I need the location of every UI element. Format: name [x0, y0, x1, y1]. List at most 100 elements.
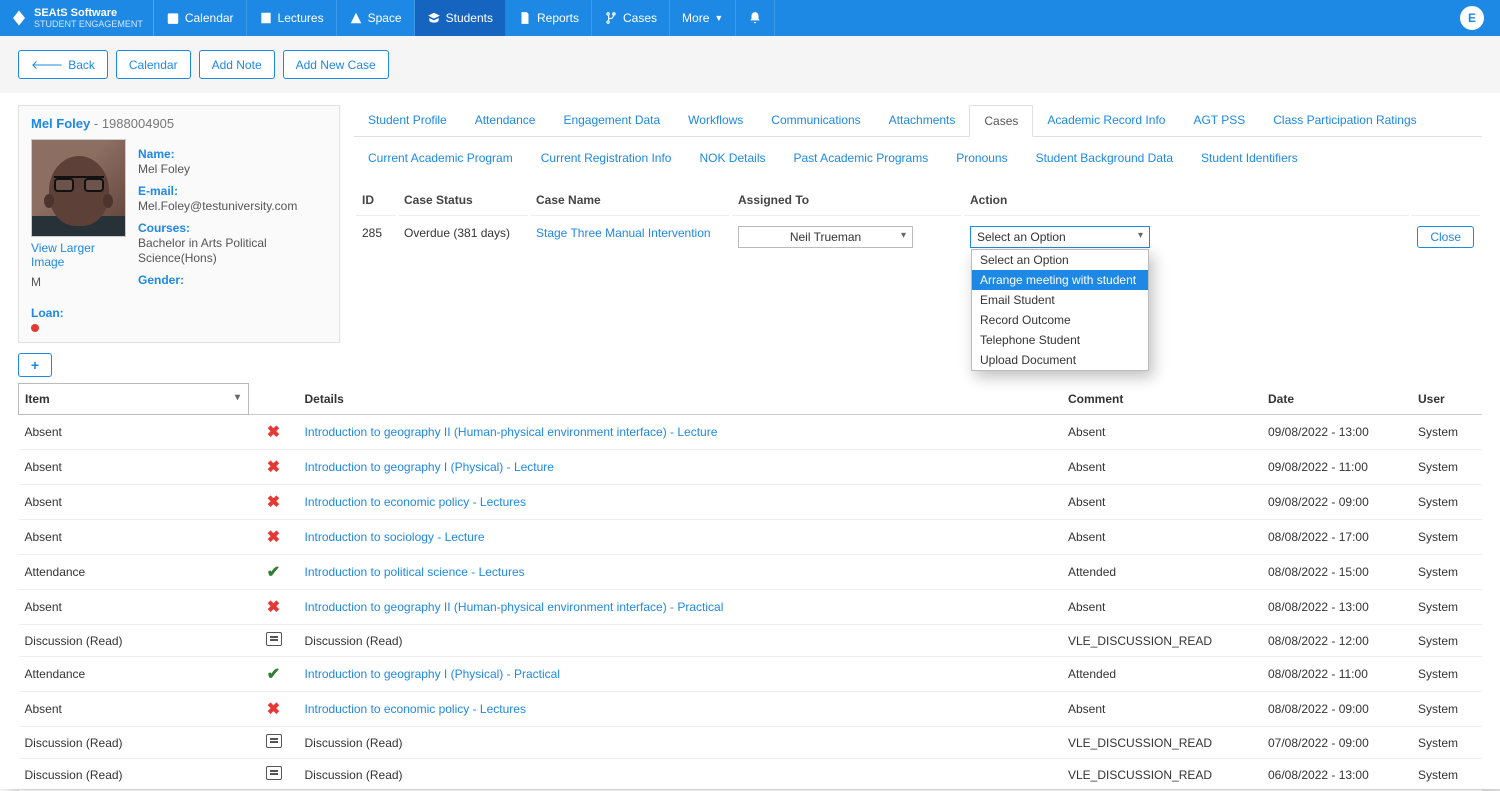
tab-engagement-data[interactable]: Engagement Data	[549, 105, 674, 136]
action-dropdown: Select an OptionArrange meeting with stu…	[971, 249, 1149, 371]
email-label: E-mail:	[138, 184, 327, 198]
tab-student-identifiers[interactable]: Student Identifiers	[1187, 143, 1312, 173]
gender-value: M	[31, 275, 126, 289]
assigned-to-select[interactable]: Neil Trueman	[738, 226, 913, 248]
col-id: ID	[356, 185, 396, 216]
view-larger-link[interactable]: View Larger Image	[31, 241, 126, 269]
action-toolbar: 🡐 Back Calendar Add Note Add New Case	[0, 36, 1500, 93]
comment-header: Comment	[1062, 384, 1262, 415]
log-item: Absent	[19, 485, 249, 520]
log-user: System	[1412, 727, 1482, 759]
log-item: Attendance	[19, 555, 249, 590]
log-date: 08/08/2022 - 09:00	[1262, 692, 1412, 727]
tab-student-background-data[interactable]: Student Background Data	[1022, 143, 1187, 173]
log-comment: Attended	[1062, 555, 1262, 590]
log-date: 09/08/2022 - 13:00	[1262, 415, 1412, 450]
action-option[interactable]: Upload Document	[972, 350, 1148, 370]
calendar-button[interactable]: Calendar	[116, 50, 191, 79]
tab-attachments[interactable]: Attachments	[875, 105, 970, 136]
bell-icon	[748, 11, 762, 25]
case-name-link[interactable]: Stage Three Manual Intervention	[536, 226, 711, 240]
log-comment: VLE_DISCUSSION_READ	[1062, 759, 1262, 791]
log-date: 07/08/2022 - 09:00	[1262, 727, 1412, 759]
tab-attendance[interactable]: Attendance	[461, 105, 550, 136]
assigned-value: Neil Trueman	[790, 230, 861, 244]
nav-space[interactable]: Space	[337, 0, 415, 36]
email-value: Mel.Foley@testuniversity.com	[138, 199, 297, 213]
log-comment: Absent	[1062, 415, 1262, 450]
absent-icon: ✖	[267, 424, 280, 441]
col-name: Case Name	[530, 185, 730, 216]
activity-log-table: Item Details Comment Date User Absent✖In…	[18, 383, 1482, 791]
log-date: 08/08/2022 - 11:00	[1262, 657, 1412, 692]
tab-current-registration-info[interactable]: Current Registration Info	[527, 143, 686, 173]
log-detail-link[interactable]: Introduction to economic policy - Lectur…	[305, 702, 526, 716]
nav-reports[interactable]: Reports	[506, 0, 592, 36]
nav-bell[interactable]	[736, 0, 775, 36]
tab-pronouns[interactable]: Pronouns	[942, 143, 1021, 173]
log-user: System	[1412, 415, 1482, 450]
tab-workflows[interactable]: Workflows	[674, 105, 757, 136]
gender-label: Gender:	[138, 273, 327, 287]
nav-calendar[interactable]: Calendar	[154, 0, 247, 36]
log-comment: Attended	[1062, 657, 1262, 692]
nav-lectures[interactable]: Lectures	[247, 0, 337, 36]
brand-sub: STUDENT ENGAGEMENT	[34, 19, 143, 29]
add-note-button[interactable]: Add Note	[199, 50, 275, 79]
action-option[interactable]: Record Outcome	[972, 310, 1148, 330]
item-filter-header[interactable]: Item	[19, 384, 249, 415]
log-detail-link[interactable]: Introduction to geography I (Physical) -…	[305, 460, 554, 474]
col-assigned: Assigned To	[732, 185, 962, 216]
log-item: Discussion (Read)	[19, 727, 249, 759]
log-item: Absent	[19, 415, 249, 450]
close-case-button[interactable]: Close	[1417, 226, 1474, 248]
tabs-row-2: Current Academic ProgramCurrent Registra…	[354, 143, 1482, 173]
log-detail-link[interactable]: Introduction to geography I (Physical) -…	[305, 667, 560, 681]
back-label: Back	[68, 58, 95, 72]
log-date: 08/08/2022 - 12:00	[1262, 625, 1412, 657]
col-action: Action	[964, 185, 1409, 216]
action-select[interactable]: Select an Option Select an OptionArrange…	[970, 226, 1150, 248]
absent-icon: ✖	[267, 701, 280, 718]
log-user: System	[1412, 555, 1482, 590]
tab-agt-pss[interactable]: AGT PSS	[1179, 105, 1259, 136]
log-comment: Absent	[1062, 450, 1262, 485]
nav-students[interactable]: Students	[415, 0, 506, 36]
back-button[interactable]: 🡐 Back	[18, 50, 108, 79]
tab-class-participation-ratings[interactable]: Class Participation Ratings	[1259, 105, 1430, 136]
log-detail-link[interactable]: Introduction to geography II (Human-phys…	[305, 600, 724, 614]
log-item: Discussion (Read)	[19, 625, 249, 657]
nav-cases[interactable]: Cases	[592, 0, 670, 36]
tab-academic-record-info[interactable]: Academic Record Info	[1033, 105, 1179, 136]
log-row: Absent✖Introduction to geography I (Phys…	[19, 450, 1483, 485]
action-option[interactable]: Telephone Student	[972, 330, 1148, 350]
log-detail-link[interactable]: Introduction to political science - Lect…	[305, 565, 525, 579]
log-row: Discussion (Read)Discussion (Read)VLE_DI…	[19, 759, 1483, 791]
log-row: Discussion (Read)Discussion (Read)VLE_DI…	[19, 625, 1483, 657]
tab-student-profile[interactable]: Student Profile	[354, 105, 461, 136]
tab-current-academic-program[interactable]: Current Academic Program	[354, 143, 527, 173]
action-option[interactable]: Arrange meeting with student	[972, 270, 1148, 290]
loan-label: Loan:	[31, 306, 64, 320]
log-detail-link[interactable]: Introduction to sociology - Lecture	[305, 530, 485, 544]
add-new-case-button[interactable]: Add New Case	[283, 50, 389, 79]
log-detail-link[interactable]: Introduction to economic policy - Lectur…	[305, 495, 526, 509]
tab-cases[interactable]: Cases	[969, 105, 1033, 137]
user-avatar-badge[interactable]: E	[1460, 6, 1484, 30]
log-row: Absent✖Introduction to economic policy -…	[19, 692, 1483, 727]
student-name-link[interactable]: Mel Foley	[31, 116, 90, 131]
action-option[interactable]: Email Student	[972, 290, 1148, 310]
tab-past-academic-programs[interactable]: Past Academic Programs	[780, 143, 943, 173]
brand: SEAtS Software STUDENT ENGAGEMENT	[0, 0, 154, 36]
action-option[interactable]: Select an Option	[972, 250, 1148, 270]
case-row: 285 Overdue (381 days) Stage Three Manua…	[356, 218, 1480, 256]
log-date: 08/08/2022 - 13:00	[1262, 590, 1412, 625]
tab-nok-details[interactable]: NOK Details	[685, 143, 779, 173]
log-row: Absent✖Introduction to economic policy -…	[19, 485, 1483, 520]
brand-logo-icon	[10, 9, 28, 27]
log-detail-link[interactable]: Introduction to geography II (Human-phys…	[305, 425, 718, 439]
log-date: 08/08/2022 - 17:00	[1262, 520, 1412, 555]
nav-more[interactable]: More▼	[670, 0, 736, 36]
add-log-button[interactable]: +	[18, 353, 52, 377]
tab-communications[interactable]: Communications	[757, 105, 874, 136]
